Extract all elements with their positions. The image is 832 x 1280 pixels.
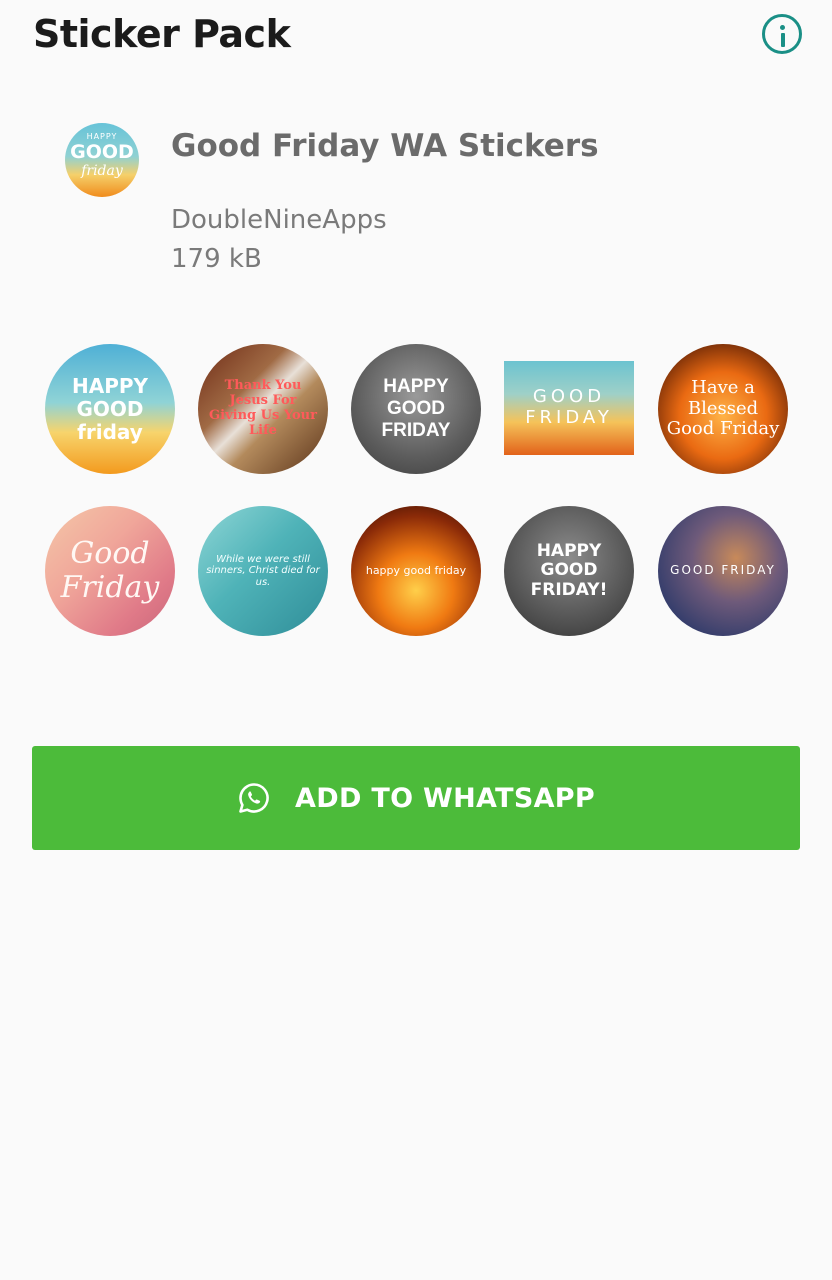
sticker-1-text: HAPPY GOOD friday: [71, 373, 148, 444]
pack-size: 179 kB: [171, 244, 262, 274]
sticker-10[interactable]: GOOD FRIDAY: [658, 506, 788, 636]
sticker-3[interactable]: HAPPY GOOD FRIDAY: [351, 344, 481, 474]
sticker-7[interactable]: While we were still sinners, Christ died…: [198, 506, 328, 636]
sticker-8-text: happy good friday: [365, 563, 467, 577]
add-to-whatsapp-label: ADD TO WHATSAPP: [295, 782, 595, 814]
whatsapp-icon: [239, 783, 269, 813]
sticker-8[interactable]: happy good friday: [351, 506, 481, 636]
info-icon-dot: [780, 25, 785, 30]
sticker-3-text: HAPPY GOOD FRIDAY: [381, 376, 451, 441]
pack-publisher: DoubleNineApps: [171, 205, 387, 235]
add-to-whatsapp-button[interactable]: ADD TO WHATSAPP: [32, 746, 800, 850]
sticker-5-text: Have a Blessed Good Friday: [666, 376, 780, 440]
sticker-5[interactable]: Have a Blessed Good Friday: [658, 344, 788, 474]
sticker-4[interactable]: GOOD FRIDAY: [504, 361, 634, 455]
pack-icon-text-happy: HAPPY: [86, 132, 118, 141]
info-icon-bar: [780, 33, 785, 47]
page-title: Sticker Pack: [33, 12, 291, 56]
pack-icon-text-good: GOOD: [70, 141, 134, 163]
sticker-10-text: GOOD FRIDAY: [670, 563, 776, 578]
sticker-9-text: HAPPY GOOD FRIDAY!: [530, 540, 608, 600]
sticker-6-text: Good Friday: [60, 535, 160, 605]
info-icon[interactable]: [762, 14, 802, 54]
sticker-2[interactable]: Thank You Jesus For Giving Us Your Life: [198, 344, 328, 474]
pack-icon-text-friday: friday: [81, 163, 123, 179]
sticker-9[interactable]: HAPPY GOOD FRIDAY!: [504, 506, 634, 636]
pack-name: Good Friday WA Stickers: [171, 128, 599, 164]
sticker-4-text: GOOD FRIDAY: [525, 386, 613, 428]
app-bar: Sticker Pack: [0, 0, 832, 78]
sticker-2-text: Thank You Jesus For Giving Us Your Life: [209, 378, 317, 438]
sticker-6[interactable]: Good Friday: [45, 506, 175, 636]
sticker-7-text: While we were still sinners, Christ died…: [206, 553, 320, 588]
pack-tray-icon: HAPPY GOOD friday: [65, 123, 139, 197]
sticker-1[interactable]: HAPPY GOOD friday: [45, 344, 175, 474]
